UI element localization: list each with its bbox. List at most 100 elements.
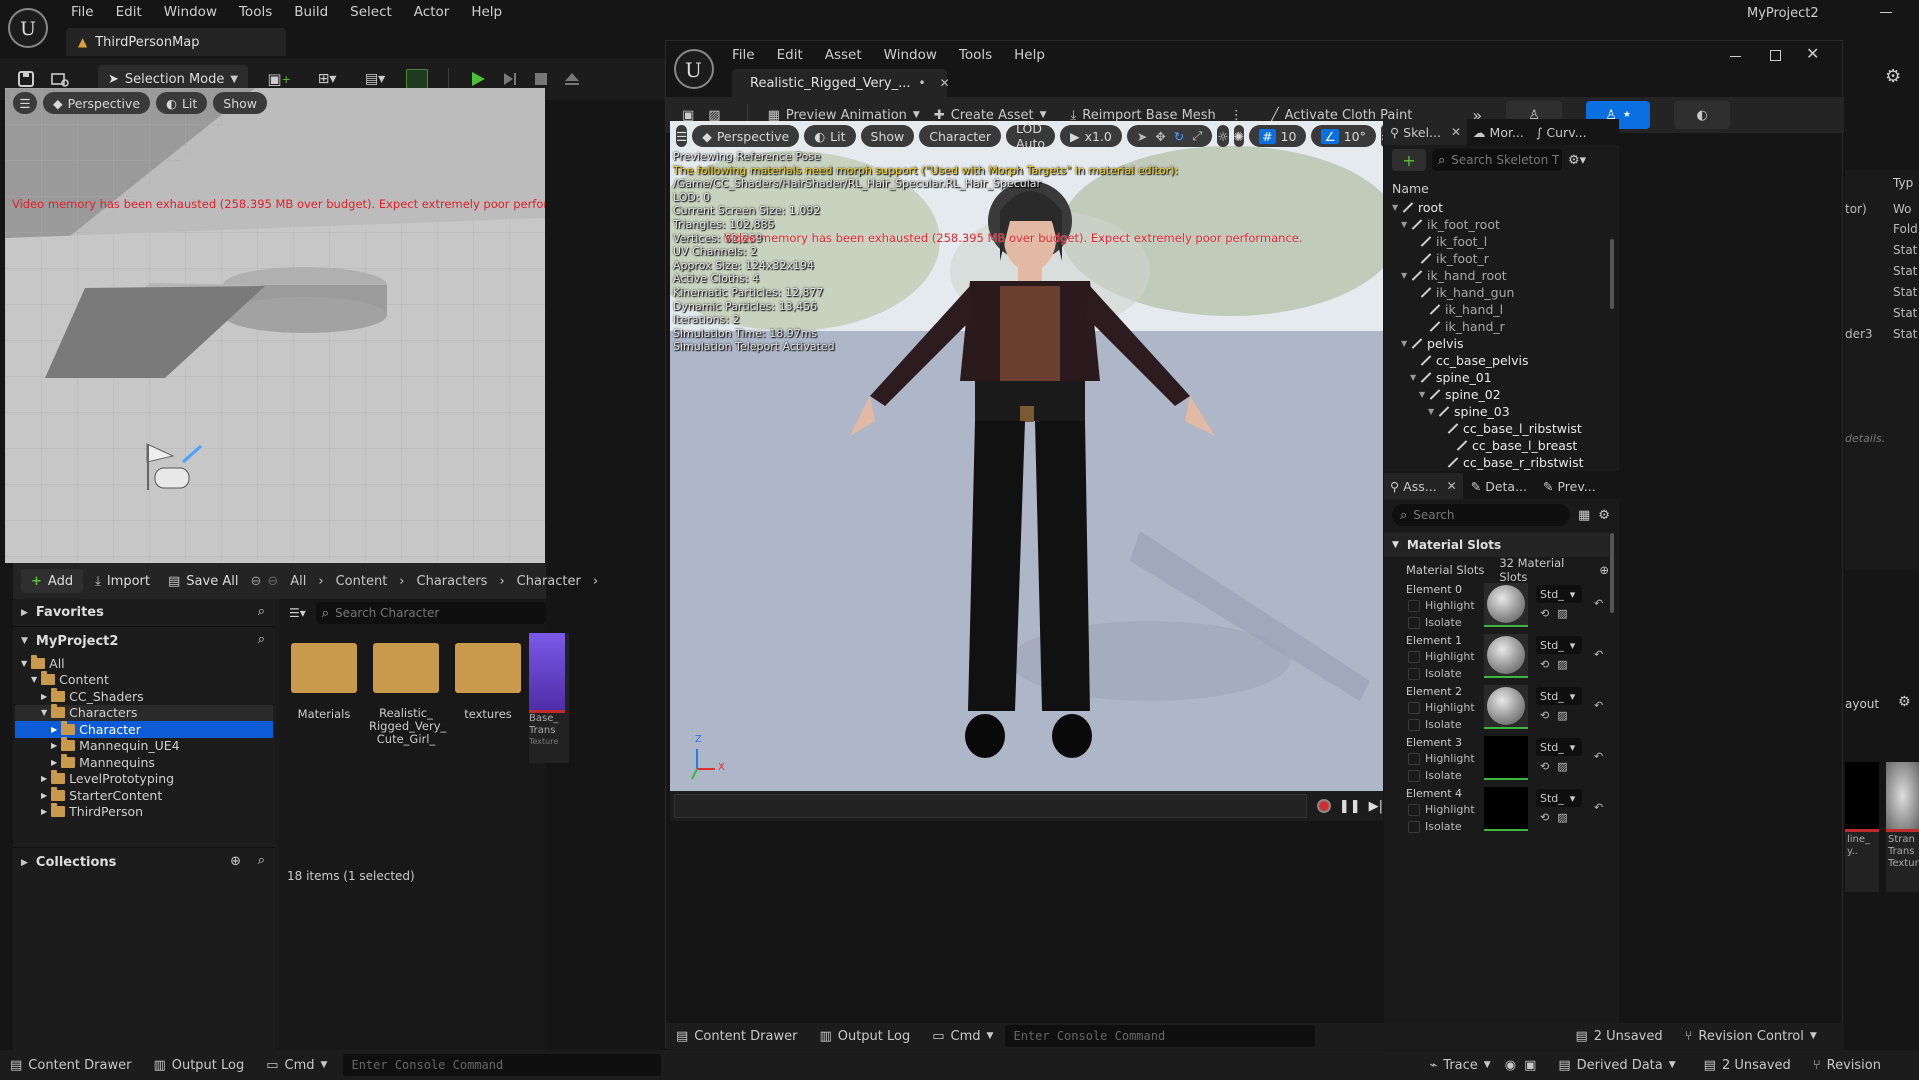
add-slot-icon[interactable]: ⊕ — [1599, 563, 1609, 577]
viewport-expand-button[interactable]: » — [1380, 125, 1383, 147]
highlight-checkbox[interactable]: Highlight — [1408, 650, 1475, 663]
menu-window[interactable]: Window — [153, 4, 228, 20]
material-thumbnail[interactable] — [1484, 787, 1528, 831]
reset-arrow-icon[interactable]: ↶ — [1594, 699, 1603, 712]
menu-build[interactable]: Build — [283, 4, 339, 20]
breadcrumb-character[interactable]: Character — [517, 574, 581, 589]
add-actor-icon[interactable]: ▣ + — [262, 70, 296, 88]
bone-row[interactable]: ▼ ik_hand_root — [1388, 267, 1606, 284]
use-selected-icon[interactable]: ⟲ — [1540, 709, 1549, 722]
angle-snap-button[interactable]: ∠ 10° — [1311, 125, 1376, 147]
browse-asset-icon[interactable]: ▨ — [1557, 658, 1567, 671]
close-tab-icon[interactable]: ✕ — [1451, 125, 1461, 139]
history-forward-icon[interactable]: ⊖ — [267, 574, 278, 589]
collections-header[interactable]: ▶ Collections ⊕ ⌕ — [13, 847, 275, 877]
menu-file[interactable]: File — [721, 47, 766, 63]
viewport-menu-button[interactable]: ☰ — [13, 92, 37, 114]
player-start-icon[interactable] — [143, 440, 203, 496]
minimize-button[interactable] — [1730, 56, 1741, 57]
add-collection-icon[interactable]: ⊕ — [230, 854, 241, 869]
bone-row[interactable]: ik_hand_l — [1388, 301, 1606, 318]
use-selected-icon[interactable]: ⟲ — [1540, 658, 1549, 671]
reset-arrow-icon[interactable]: ↶ — [1594, 750, 1603, 763]
close-tab-icon[interactable]: ✕ — [1447, 479, 1457, 493]
highlight-checkbox[interactable]: Highlight — [1408, 803, 1475, 816]
cmd-button[interactable]: ▭ Cmd ▼ — [266, 1058, 327, 1073]
tree-item-level-prototyping[interactable]: ▶ LevelPrototyping — [15, 770, 273, 788]
revision-button[interactable]: ⑂ Revision — [1813, 1058, 1881, 1073]
tree-item-characters[interactable]: ▼ Characters — [15, 704, 273, 721]
partial-asset-thumb[interactable]: line_ y.. — [1845, 762, 1879, 892]
derived-data-button[interactable]: ▤ Derived Data ▼ — [1558, 1058, 1675, 1073]
physics-mode-button[interactable]: ◐ — [1674, 101, 1731, 129]
asset-tile[interactable]: Realistic_ Rigged_Very_ Cute_Girl_ — [369, 633, 446, 746]
bone-display-button[interactable]: ☼ — [1217, 125, 1229, 147]
tree-expander-icon[interactable]: ▼ — [1410, 373, 1420, 382]
settings-gear-icon[interactable]: ⚙ — [1885, 66, 1901, 87]
menu-edit[interactable]: Edit — [766, 47, 814, 63]
unsaved-button[interactable]: ▤ 2 Unsaved — [1704, 1058, 1791, 1073]
breadcrumb-content[interactable]: Content — [336, 574, 388, 589]
favorites-header[interactable]: ▶ Favorites ⌕ — [13, 599, 275, 627]
tab-details[interactable]: ✎ Deta... — [1463, 473, 1535, 499]
bone-row[interactable]: ▼ spine_02 — [1388, 386, 1606, 403]
lit-button[interactable]: ◐ Lit — [804, 125, 856, 147]
highlight-checkbox[interactable]: Highlight — [1408, 599, 1475, 612]
isolate-checkbox[interactable]: Isolate — [1408, 769, 1462, 782]
maximize-button[interactable] — [1770, 50, 1781, 61]
menu-tools[interactable]: Tools — [228, 4, 283, 20]
pause-icon[interactable]: ❚❚ — [1339, 799, 1361, 814]
step-icon[interactable] — [501, 70, 519, 88]
material-thumbnail[interactable] — [1484, 685, 1528, 729]
material-dropdown[interactable]: Std_ ▾ — [1536, 585, 1582, 603]
show-button[interactable]: Show — [213, 92, 268, 114]
filter-icon[interactable]: ☰▾ — [289, 606, 306, 620]
perspective-button[interactable]: ◆ Perspective — [692, 125, 800, 147]
material-thumbnail[interactable] — [1484, 583, 1528, 627]
level-viewport[interactable]: ☰ ◆ Perspective ◐ Lit Show Video memory ha… — [5, 88, 545, 563]
tree-item-character[interactable]: ▶ Character — [15, 720, 273, 738]
bone-row[interactable]: ▼ pelvis — [1388, 335, 1606, 352]
browse-asset-icon[interactable]: ▨ — [1557, 607, 1567, 620]
platforms-icon[interactable] — [406, 69, 429, 89]
bone-row[interactable]: ik_foot_l — [1388, 233, 1606, 250]
close-tab-icon[interactable]: ✕ — [940, 76, 950, 90]
console-input[interactable]: Enter Console Command — [1005, 1025, 1316, 1047]
lod-button[interactable]: LOD Auto — [1005, 121, 1055, 151]
tree-item-starter-content[interactable]: ▶ StarterContent — [15, 786, 273, 804]
trace-button[interactable]: ⌁ Trace ▼ — [1429, 1058, 1490, 1073]
material-dropdown[interactable]: Std_ ▾ — [1536, 789, 1582, 807]
material-dropdown[interactable]: Std_ ▾ — [1536, 687, 1582, 705]
browse-use-icons[interactable]: ⟲ ▨ — [1540, 709, 1568, 722]
bone-row[interactable]: ▼ ik_foot_root — [1388, 216, 1606, 233]
cmd-button[interactable]: ▭ Cmd ▼ — [932, 1029, 993, 1044]
tree-expander-icon[interactable]: ▼ — [1419, 390, 1429, 399]
cinematics-icon[interactable]: ▤▾ — [358, 71, 392, 87]
menu-help[interactable]: Help — [1003, 47, 1056, 63]
minimize-button[interactable] — [1880, 12, 1892, 13]
lit-button[interactable]: ◐ Lit — [156, 92, 208, 114]
browse-use-icons[interactable]: ⟲ ▨ — [1540, 760, 1568, 773]
breadcrumb-characters[interactable]: Characters — [417, 574, 488, 589]
tree-item-third-person[interactable]: ▶ ThirdPerson — [15, 803, 273, 821]
bone-row[interactable]: ▼ root — [1388, 199, 1606, 216]
mesh-viewport[interactable]: Z X ☰ ◆ Perspective ◐ Lit Show Character L… — [670, 121, 1383, 791]
tree-item-mannequin-ue4[interactable]: ▶ Mannequin_UE4 — [15, 737, 273, 755]
browse-asset-icon[interactable]: ▨ — [1557, 709, 1567, 722]
add-socket-button[interactable]: + — [1392, 149, 1426, 171]
material-dropdown[interactable]: Std_ ▾ — [1536, 636, 1582, 654]
transform-tools[interactable]: ➤ ✥ ↻ ⤢ — [1126, 125, 1213, 147]
tree-item-content[interactable]: ▼ Content — [15, 671, 273, 689]
menu-window[interactable]: Window — [873, 47, 948, 63]
editor-logo-icon[interactable]: U — [674, 49, 714, 89]
tree-expander-icon[interactable]: ▼ — [1401, 220, 1411, 229]
step-forward-icon[interactable]: ▶| — [1369, 799, 1383, 814]
close-window-icon[interactable]: ✕ — [1806, 44, 1819, 63]
asset-search-input[interactable]: ⌕ Search Character — [315, 602, 546, 624]
browse-use-icons[interactable]: ⟲ ▨ — [1540, 607, 1568, 620]
isolate-checkbox[interactable]: Isolate — [1408, 616, 1462, 629]
material-slots-section[interactable]: ▼ Material Slots — [1384, 533, 1609, 557]
save-all-button[interactable]: ▤ Save All — [162, 569, 244, 593]
partial-asset-thumb[interactable]: Stran Trans Texture — [1886, 762, 1919, 892]
details-settings-icon[interactable]: ⚙ — [1598, 508, 1610, 523]
